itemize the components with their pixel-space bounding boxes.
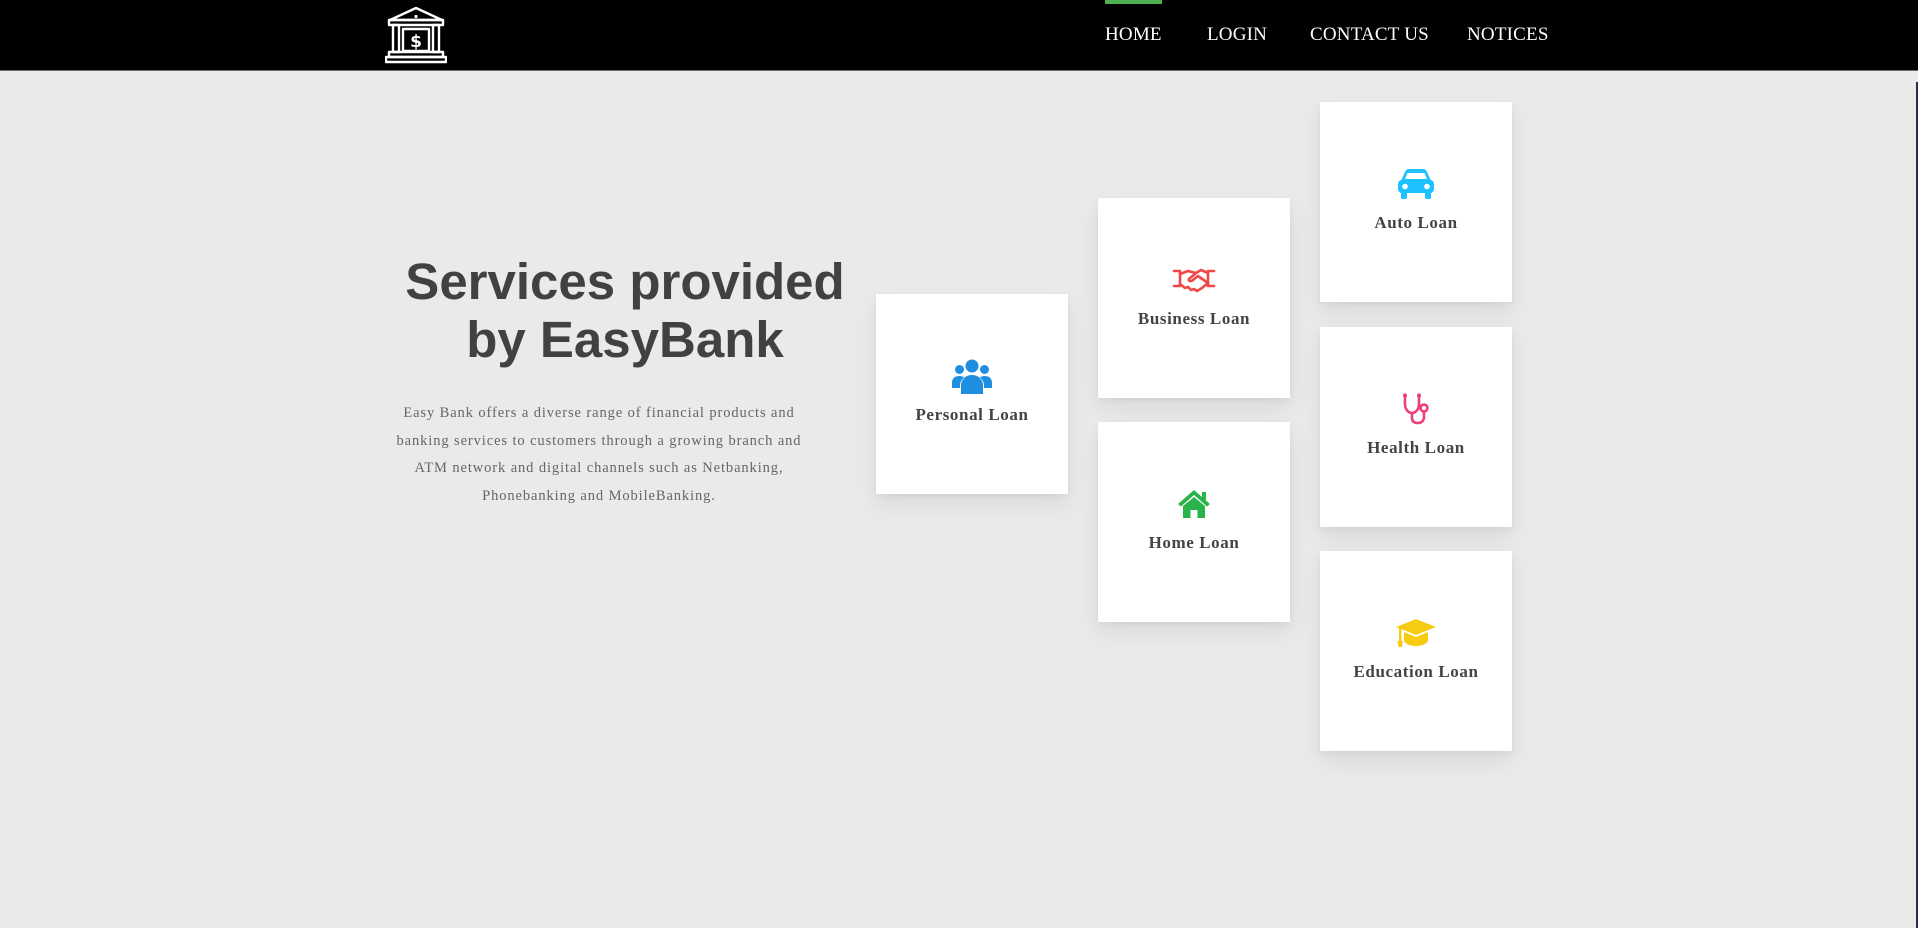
nav-notices[interactable]: NOTICES <box>1467 24 1549 46</box>
service-card-personal-loan[interactable]: Personal Loan <box>876 294 1068 494</box>
nav-login[interactable]: LOGIN <box>1207 24 1267 46</box>
handshake-icon <box>1098 261 1290 299</box>
service-label: Home Loan <box>1148 533 1240 552</box>
service-card-health-loan[interactable]: Health Loan <box>1320 327 1512 527</box>
page-title: Services provided by EasyBank <box>405 253 845 368</box>
hero-description: Easy Bank offers a diverse range of fina… <box>396 405 802 504</box>
svg-text:$: $ <box>410 32 422 52</box>
bank-dollar-icon[interactable]: $ <box>385 6 447 64</box>
service-card-home-loan[interactable]: Home Loan <box>1098 422 1290 622</box>
service-card-business-loan[interactable]: Business Loan <box>1098 198 1290 398</box>
nav-contact-us[interactable]: CONTACT US <box>1310 24 1429 46</box>
top-navbar: $ HOME LOGIN CONTACT US NOTICES <box>0 0 1918 71</box>
nav-home[interactable]: HOME <box>1105 0 1162 46</box>
service-card-auto-loan[interactable]: Auto Loan <box>1320 102 1512 302</box>
car-icon <box>1320 165 1512 203</box>
service-label: Personal Loan <box>915 405 1029 424</box>
service-label: Education Loan <box>1353 662 1479 681</box>
service-label: Health Loan <box>1367 438 1465 457</box>
graduation-cap-icon <box>1320 614 1512 652</box>
home-icon <box>1098 485 1290 523</box>
stethoscope-icon <box>1320 390 1512 428</box>
users-icon <box>876 357 1068 395</box>
service-card-education-loan[interactable]: Education Loan <box>1320 551 1512 751</box>
service-label: Business Loan <box>1137 309 1251 328</box>
service-label: Auto Loan <box>1374 213 1458 232</box>
